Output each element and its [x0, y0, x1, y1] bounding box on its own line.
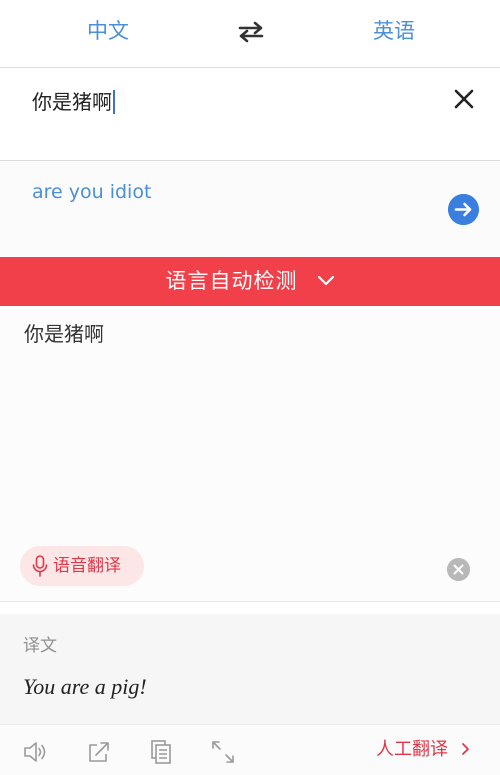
close-icon[interactable]	[450, 85, 478, 113]
source-text: 你是猪啊	[24, 322, 104, 346]
human-translation-button[interactable]: 人工翻译	[376, 737, 470, 763]
input-value[interactable]: 你是猪啊	[32, 90, 112, 114]
detect-label: 语言自动检测	[165, 269, 298, 293]
human-translation-label: 人工翻译	[376, 739, 448, 760]
translation-input[interactable]: 你是猪啊	[0, 69, 500, 161]
text-cursor	[113, 90, 115, 114]
language-detect-bar[interactable]: 语言自动检测	[0, 257, 500, 306]
input-text-wrapper[interactable]: 你是猪啊	[32, 88, 115, 116]
share-icon[interactable]	[86, 739, 112, 765]
language-bar: 中文 英语	[0, 0, 500, 68]
copy-icon[interactable]	[148, 739, 174, 765]
bottom-toolbar: 人工翻译	[0, 724, 500, 775]
source-text-panel: 你是猪啊 语音翻译	[0, 306, 500, 602]
source-language-button[interactable]: 中文	[70, 16, 146, 46]
microphone-icon	[32, 555, 48, 577]
chevron-down-icon	[317, 275, 334, 286]
clear-circle-icon[interactable]	[447, 558, 470, 581]
swap-arrows-icon[interactable]	[236, 20, 266, 44]
arrow-right-circle-icon[interactable]	[448, 194, 479, 225]
voice-translate-button[interactable]: 语音翻译	[20, 546, 144, 586]
result-text: You are a pig!	[23, 674, 147, 699]
target-language-button[interactable]: 英语	[356, 16, 432, 46]
translation-result: 译文 You are a pig!	[0, 614, 500, 724]
suggestion-area: are you idiot	[0, 162, 500, 257]
expand-icon[interactable]	[210, 739, 236, 765]
suggestion-text[interactable]: are you idiot	[32, 178, 151, 206]
voice-translate-label: 语音翻译	[53, 556, 121, 576]
chevron-right-icon	[461, 743, 469, 755]
speaker-icon[interactable]	[22, 739, 48, 765]
result-label: 译文	[23, 636, 57, 656]
